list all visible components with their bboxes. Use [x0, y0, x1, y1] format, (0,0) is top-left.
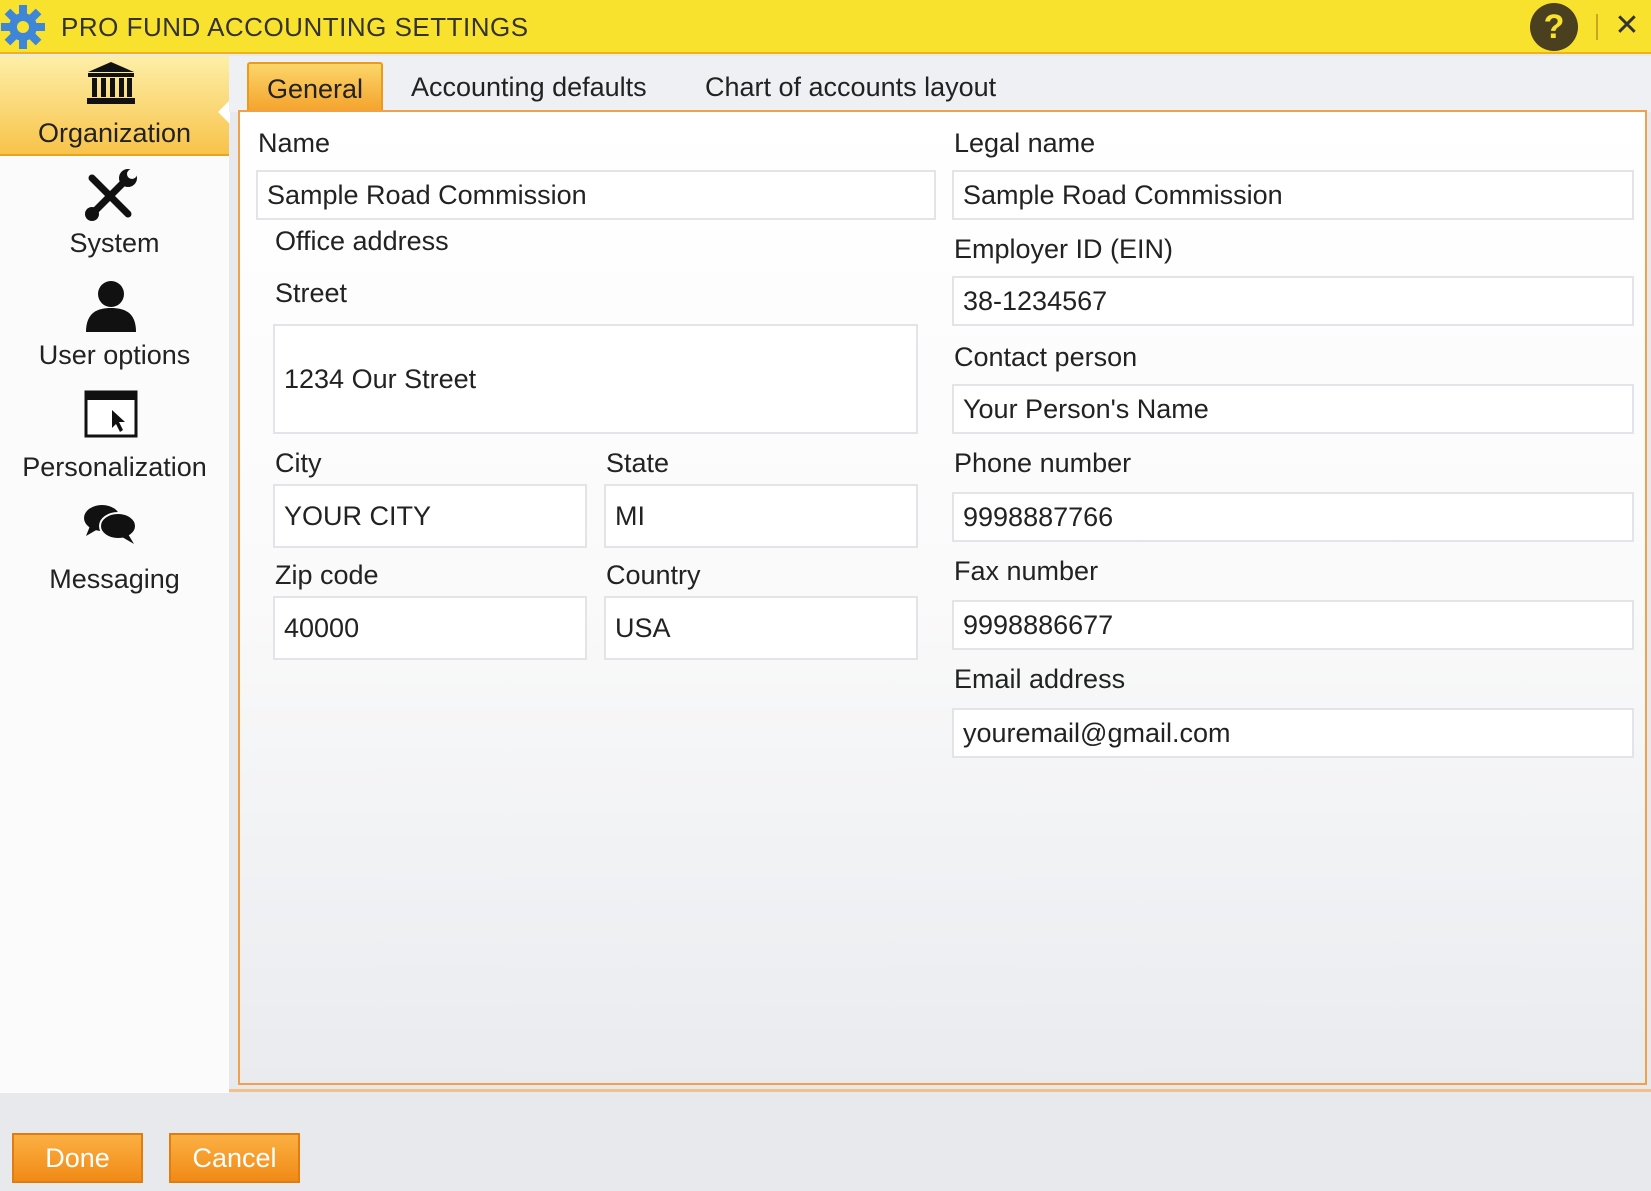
street-field[interactable]: 1234 Our Street [273, 324, 918, 434]
zip-code-field[interactable]: 40000 [273, 596, 587, 660]
sidebar-item-label: Messaging [49, 564, 180, 594]
title-bar: PRO FUND ACCOUNTING SETTINGS ? ✕ [0, 0, 1651, 54]
contact-person-label: Contact person [954, 342, 1138, 372]
panel-divider [229, 1089, 1651, 1092]
ein-label: Employer ID (EIN) [954, 234, 1174, 264]
fax-number-label: Fax number [954, 556, 1099, 586]
chat-bubbles-icon [84, 505, 137, 544]
sidebar-item-label: System [69, 228, 160, 258]
user-icon [86, 281, 136, 332]
legal-name-field[interactable]: Sample Road Commission [952, 170, 1634, 220]
street-label: Street [275, 278, 348, 308]
bank-icon [87, 62, 135, 104]
sidebar-item-user-options[interactable]: User options [0, 278, 229, 382]
office-address-label: Office address [275, 226, 449, 256]
help-icon[interactable]: ? [1530, 3, 1578, 51]
name-label: Name [258, 128, 331, 158]
tab-accounting-defaults[interactable]: Accounting defaults [411, 62, 647, 112]
zip-code-label: Zip code [275, 560, 379, 590]
country-label: Country [606, 560, 701, 590]
sidebar-item-messaging[interactable]: Messaging [0, 502, 229, 606]
tab-general[interactable]: General [247, 62, 383, 112]
window-cursor-icon [84, 390, 138, 438]
fax-number-field[interactable]: 9998886677 [952, 600, 1634, 650]
sidebar: Organization System User options Persona… [0, 56, 230, 1093]
legal-name-label: Legal name [954, 128, 1096, 158]
tab-strip: General Accounting defaults Chart of acc… [229, 56, 1651, 112]
sidebar-item-label: Organization [37, 118, 192, 148]
window-title: PRO FUND ACCOUNTING SETTINGS [61, 12, 529, 42]
title-separator [1596, 14, 1598, 40]
email-address-field[interactable]: youremail@gmail.com [952, 708, 1634, 758]
name-field[interactable]: Sample Road Commission [256, 170, 936, 220]
gear-icon [1, 5, 45, 49]
phone-number-field[interactable]: 9998887766 [952, 492, 1634, 542]
sidebar-item-personalization[interactable]: Personalization [0, 390, 229, 494]
contact-person-field[interactable]: Your Person's Name [952, 384, 1634, 434]
sidebar-item-label: Personalization [22, 452, 207, 482]
ein-field[interactable]: 38-1234567 [952, 276, 1634, 326]
tab-chart-of-accounts-layout[interactable]: Chart of accounts layout [705, 62, 996, 112]
cancel-button[interactable]: Cancel [169, 1133, 300, 1183]
general-panel: Name Sample Road Commission Office addre… [238, 110, 1647, 1085]
sidebar-item-label: User options [38, 340, 191, 370]
country-field[interactable]: USA [604, 596, 918, 660]
done-button[interactable]: Done [12, 1133, 143, 1183]
sidebar-item-organization[interactable]: Organization [0, 56, 230, 156]
state-field[interactable]: MI [604, 484, 918, 548]
phone-number-label: Phone number [954, 448, 1132, 478]
state-label: State [606, 448, 670, 478]
email-address-label: Email address [954, 664, 1126, 694]
sidebar-item-system[interactable]: System [0, 166, 229, 270]
tools-icon [85, 169, 137, 221]
city-field[interactable]: YOUR CITY [273, 484, 587, 548]
city-label: City [275, 448, 322, 478]
close-icon[interactable]: ✕ [1612, 9, 1642, 43]
